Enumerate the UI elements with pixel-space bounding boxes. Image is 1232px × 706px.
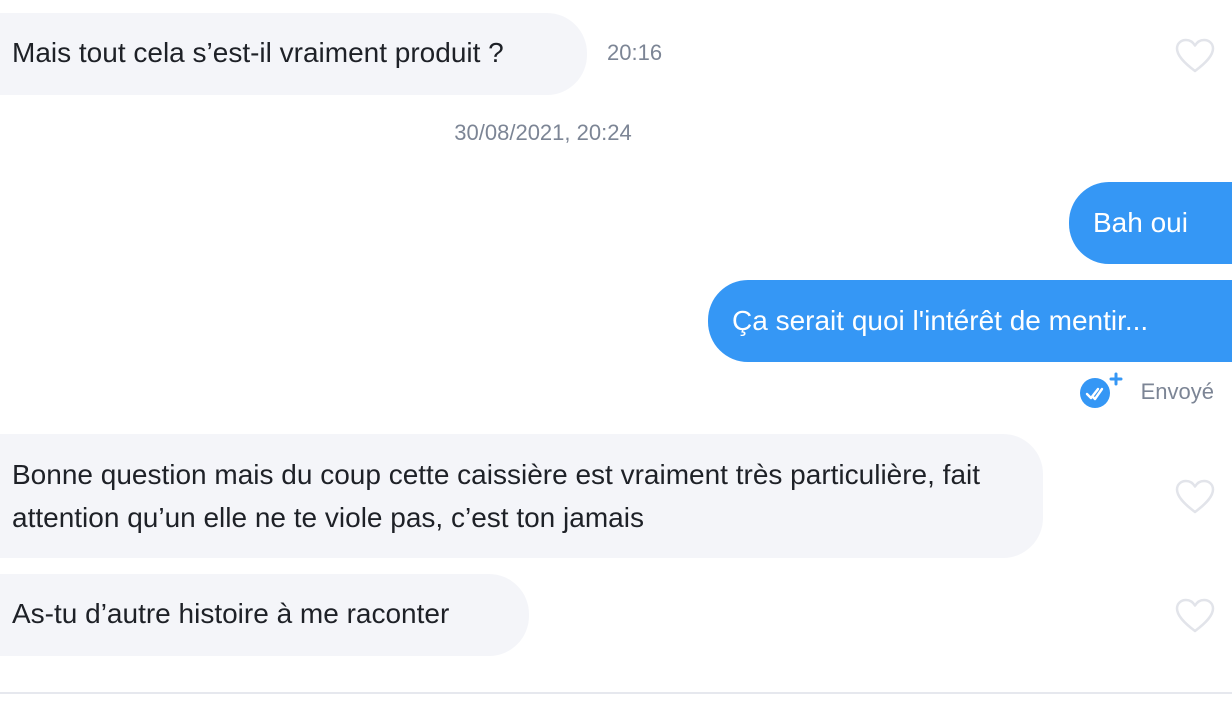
message-text: Bonne question mais du coup cette caissi… (12, 459, 981, 533)
outgoing-message-bubble[interactable]: Ça serait quoi l'intérêt de mentir... (708, 280, 1232, 362)
heart-outline-icon[interactable] (1175, 598, 1215, 634)
message-text: Ça serait quoi l'intérêt de mentir... (732, 305, 1149, 336)
date-separator: 30/08/2021, 20:24 (454, 120, 632, 145)
incoming-message-bubble[interactable]: Mais tout cela s’est-il vraiment produit… (0, 13, 587, 95)
message-timestamp: 20:16 (607, 40, 663, 65)
heart-outline-icon[interactable] (1175, 38, 1215, 74)
incoming-message-bubble[interactable]: Bonne question mais du coup cette caissi… (0, 434, 1043, 558)
sent-status: Envoyé (1079, 372, 1214, 408)
message-text: As-tu d’autre histoire à me raconter (12, 598, 450, 629)
heart-outline-icon[interactable] (1175, 479, 1215, 515)
message-text: Mais tout cela s’est-il vraiment produit… (12, 37, 504, 68)
chat-screen: Mais tout cela s’est-il vraiment produit… (0, 0, 1232, 706)
outgoing-message-bubble[interactable]: Bah oui (1069, 182, 1232, 264)
incoming-message-bubble[interactable]: As-tu d’autre histoire à me raconter (0, 574, 529, 656)
message-text: Bah oui (1093, 207, 1188, 238)
sent-status-label: Envoyé (1140, 379, 1214, 404)
divider (0, 692, 1232, 694)
double-check-icon (1079, 372, 1123, 408)
